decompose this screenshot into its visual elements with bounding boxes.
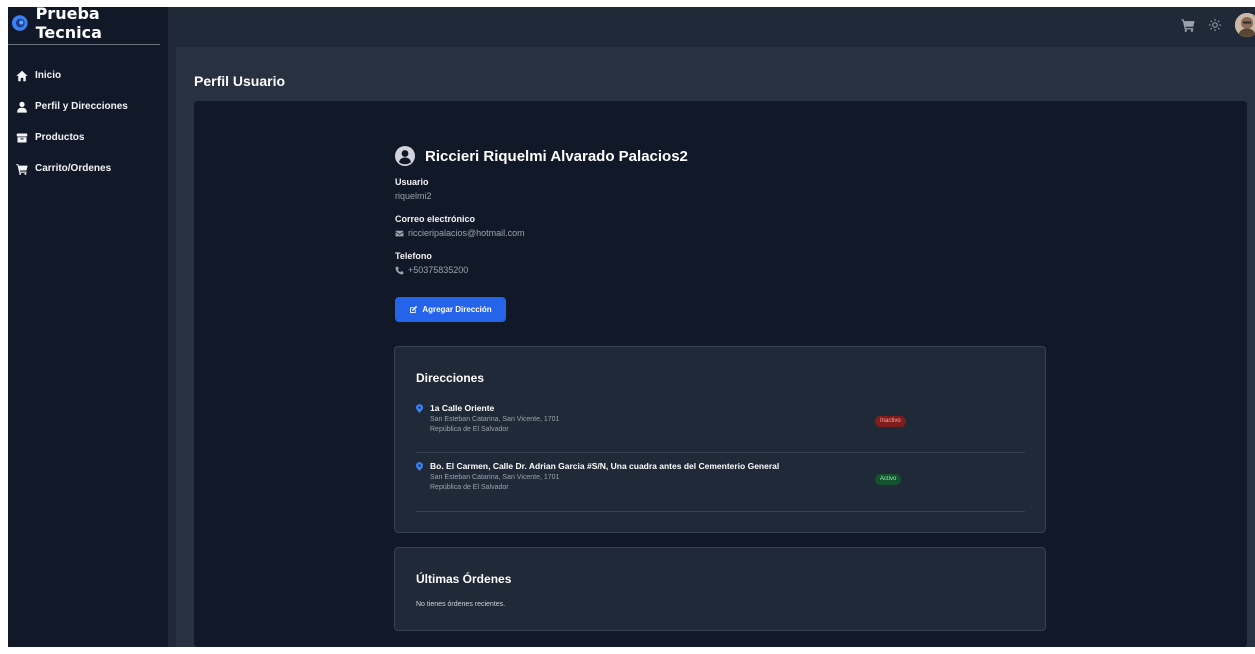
address-divider: [416, 511, 1025, 512]
username-label: Usuario: [395, 177, 429, 187]
avatar[interactable]: [1235, 13, 1255, 37]
username-field: Usuario riquelmi2: [395, 177, 1055, 201]
app-window: Prueba Tecnica Inicio Perfil y Direccion…: [8, 7, 1255, 647]
address-country: República de El Salvador: [430, 484, 509, 491]
phone-field: Telefono +50375835200: [395, 251, 1055, 275]
address-item: Bo. El Carmen, Calle Dr. Adrian Garcia #…: [416, 461, 1025, 497]
page-title: Perfil Usuario: [194, 73, 286, 89]
username-value: riquelmi2: [395, 191, 1055, 201]
address-item: 1a Calle Oriente San Esteban Catarina, S…: [416, 403, 1025, 439]
topbar-actions: [1181, 13, 1255, 37]
sidebar-item-productos[interactable]: Productos: [8, 122, 168, 153]
phone-label: Telefono: [395, 251, 432, 261]
edit-icon: [410, 305, 418, 313]
address-street: Bo. El Carmen, Calle Dr. Adrian Garcia #…: [430, 461, 780, 471]
brand[interactable]: Prueba Tecnica: [8, 7, 168, 42]
cart-icon: [16, 163, 28, 175]
cart-icon[interactable]: [1181, 18, 1195, 32]
box-icon: [16, 133, 28, 142]
sidebar: Prueba Tecnica Inicio Perfil y Direccion…: [8, 7, 168, 647]
add-address-button[interactable]: Agregar Dirección: [395, 297, 506, 322]
profile-name: Riccieri Riquelmi Alvarado Palacios2: [425, 147, 688, 165]
phone-icon: [395, 266, 404, 274]
email-value: riccieripalacios@hotmail.com: [395, 228, 1055, 238]
email-field: Correo electrónico riccieripalacios@hotm…: [395, 214, 1055, 238]
status-badge-active: Activo: [875, 474, 902, 485]
main-content: Perfil Usuario Riccieri Riquelmi Alvarad…: [176, 47, 1255, 647]
orders-title: Últimas Órdenes: [416, 572, 512, 586]
username-text: riquelmi2: [395, 191, 432, 201]
address-city: San Esteban Catarina, San Vicente, 1701: [430, 474, 560, 481]
sidebar-nav: Inicio Perfil y Direcciones Productos Ca…: [8, 60, 168, 184]
phone-value: +50375835200: [395, 265, 1055, 275]
orders-empty-text: No tienes órdenes recientes.: [416, 601, 506, 608]
sidebar-divider: [8, 44, 160, 45]
map-pin-icon: [416, 462, 423, 471]
phone-text: +50375835200: [408, 265, 469, 275]
address-street: 1a Calle Oriente: [430, 403, 495, 413]
sun-icon[interactable]: [1208, 18, 1222, 32]
profile-info: Riccieri Riquelmi Alvarado Palacios2 Usu…: [395, 145, 1055, 322]
address-city: San Esteban Catarina, San Vicente, 1701: [430, 416, 560, 423]
home-icon: [16, 70, 28, 81]
logo-icon: [12, 15, 28, 31]
brand-name: Prueba Tecnica: [35, 7, 102, 42]
profile-panel: Riccieri Riquelmi Alvarado Palacios2 Usu…: [194, 101, 1247, 647]
map-pin-icon: [416, 404, 423, 413]
envelope-icon: [395, 230, 404, 236]
sidebar-item-label: Productos: [35, 132, 85, 143]
sidebar-item-carrito[interactable]: Carrito/Ordenes: [8, 153, 168, 184]
email-label: Correo electrónico: [395, 214, 476, 224]
sidebar-item-label: Perfil y Direcciones: [35, 101, 128, 112]
profile-header: Riccieri Riquelmi Alvarado Palacios2: [395, 145, 1055, 167]
sidebar-item-perfil[interactable]: Perfil y Direcciones: [8, 91, 168, 122]
email-text: riccieripalacios@hotmail.com: [408, 228, 525, 238]
sidebar-item-inicio[interactable]: Inicio: [8, 60, 168, 91]
user-icon: [17, 101, 27, 113]
orders-card: Últimas Órdenes No tienes órdenes recien…: [394, 547, 1046, 631]
address-country: República de El Salvador: [430, 426, 509, 433]
address-divider: [416, 452, 1025, 453]
status-badge-inactive: Inactivo: [875, 416, 906, 427]
sidebar-item-label: Inicio: [35, 70, 62, 81]
avatar-image-icon: [1235, 13, 1255, 37]
addresses-title: Direcciones: [416, 371, 485, 385]
topbar: [168, 7, 1255, 43]
addresses-card: Direcciones 1a Calle Oriente San Esteban…: [394, 346, 1046, 533]
sidebar-item-label: Carrito/Ordenes: [35, 163, 112, 174]
user-circle-icon: [395, 146, 415, 166]
add-address-label: Agregar Dirección: [422, 305, 492, 314]
